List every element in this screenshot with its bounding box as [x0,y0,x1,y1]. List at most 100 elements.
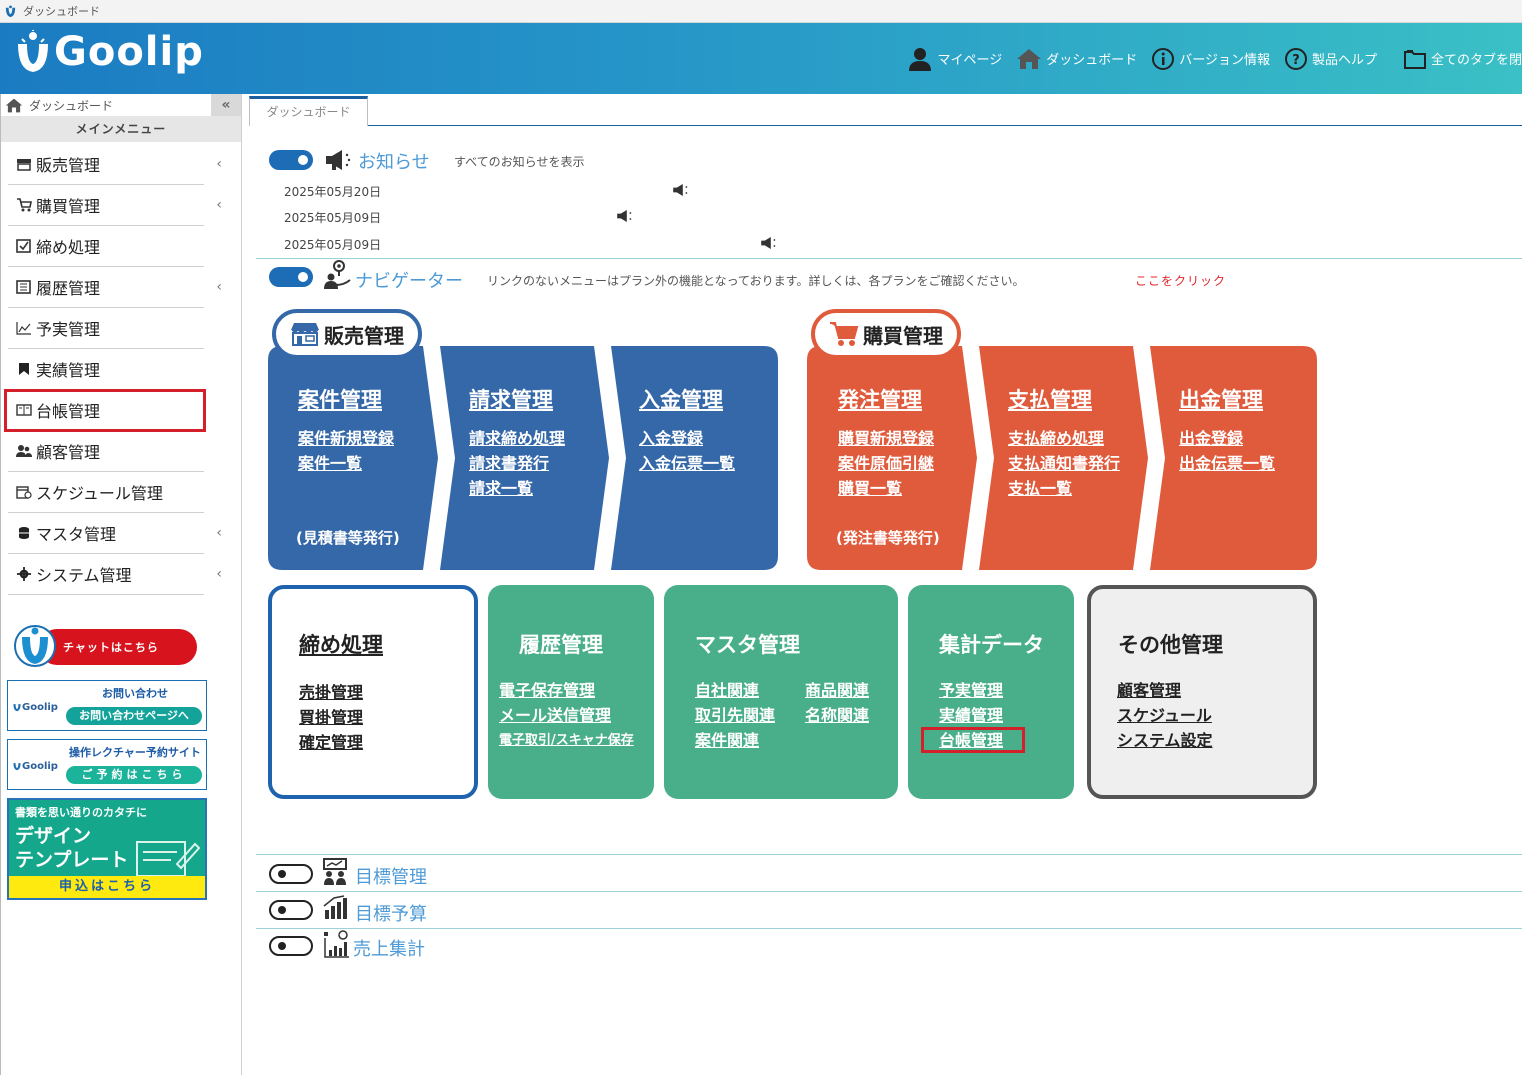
budget-toggle[interactable] [269,900,313,920]
customer-link[interactable]: 顧客管理 [1117,678,1181,703]
sales-summary-section-title: 売上集計 [353,939,425,960]
tab-bar: ダッシュボード [249,96,1522,126]
header-nav: マイページ ダッシュボード バージョン情報 ? 製品ヘルプ 全てのタブを閉 [893,23,1522,94]
payment-list-link[interactable]: 支払一覧 [1008,476,1072,501]
notice-toggle[interactable] [269,150,313,170]
schedule-link[interactable]: スケジュール [1117,703,1212,728]
own-company-link[interactable]: 自社関連 [695,678,759,703]
help-label: 製品ヘルプ [1311,53,1377,68]
project-list-link[interactable]: 案件一覧 [298,451,362,476]
disbursement-management-title[interactable]: 出金管理 [1179,384,1263,414]
receipt-slip-list-link[interactable]: 入金伝票一覧 [639,451,735,476]
sidebar-item-budget[interactable]: 予実管理 [8,308,204,349]
sidebar-item-purchase[interactable]: 購買管理 ‹ [8,185,222,226]
sidebar-item-system[interactable]: システム管理 ‹ [8,554,222,595]
other-title: その他管理 [1118,633,1223,657]
new-purchase-link[interactable]: 購買新規登録 [838,426,934,451]
chat-button[interactable]: チャットはこちら [7,625,207,672]
budget-actual-link[interactable]: 予実管理 [939,678,1003,703]
purchase-list-link[interactable]: 購買一覧 [838,476,902,501]
receipt-management-title[interactable]: 入金管理 [639,384,723,414]
e-storage-link[interactable]: 電子保存管理 [499,678,595,703]
app-window: ダッシュボード Goolip マイページ ダッシュボード バージョン情報 ? 製… [0,0,1522,1075]
sidebar-item-label: 実績管理 [36,361,101,380]
sidebar-item-master[interactable]: マスタ管理 ‹ [8,513,222,554]
notice-item[interactable]: 2025年05月09日 [284,236,381,253]
dashboard-link[interactable]: ダッシュボード [1016,48,1137,70]
e-transaction-link[interactable]: 電子取引/スキャナ保存 [499,728,634,753]
sidebar-breadcrumb: ダッシュボード « [1,94,241,116]
billing-closing-link[interactable]: 請求締め処理 [469,426,565,451]
payables-link[interactable]: 買掛管理 [299,705,363,730]
sidebar-item-ledger[interactable]: 台帳管理 [4,389,206,432]
card-disbursement-management: 出金管理 出金登録 出金伝票一覧 [1149,346,1319,570]
inquiry-banner[interactable]: Goolip お問い合わせ お問い合わせページへ [7,680,207,731]
payment-management-title[interactable]: 支払管理 [1008,384,1092,414]
product-related-link[interactable]: 商品関連 [805,678,869,703]
show-all-notices-link[interactable]: すべてのお知らせを表示 [454,153,584,170]
design-template-banner[interactable]: 書類を思い通りのカタチに デザイン テンプレート 申込はこちら [7,798,207,900]
mypage-link[interactable]: マイページ [907,46,1002,72]
info-icon [1152,47,1175,70]
template-title: デザイン テンプレート [15,824,128,872]
card-order-management: 発注管理 購買新規登録 案件原価引継 購買一覧 (発注書等発行) [807,346,977,570]
aggregate-title: 集計データ [939,633,1044,657]
goolip-logo[interactable]: Goolip [14,29,204,75]
name-related-link[interactable]: 名称関連 [805,703,869,728]
close-all-tabs-link[interactable]: 全てのタブを閉 [1403,48,1522,70]
invoice-issue-link[interactable]: 請求書発行 [469,451,549,476]
billing-list-link[interactable]: 請求一覧 [469,476,533,501]
product-help-link[interactable]: ? 製品ヘルプ [1284,47,1377,71]
tab-dashboard[interactable]: ダッシュボード [249,96,368,126]
sidebar-item-results[interactable]: 実績管理 [8,349,204,390]
ledger-highlight-box [921,727,1025,753]
lecture-banner[interactable]: Goolip 操作レクチャー予約サイト ご予約はこちら [7,739,207,790]
version-info-link[interactable]: バージョン情報 [1151,47,1270,71]
results-link[interactable]: 実績管理 [939,703,1003,728]
new-project-link[interactable]: 案件新規登録 [298,426,394,451]
sidebar-item-closing[interactable]: 締め処理 [8,226,204,267]
dashboard-label: ダッシュボード [1046,53,1138,68]
mail-history-link[interactable]: メール送信管理 [499,703,611,728]
divider [256,928,1522,929]
tile-aggregate: 集計データ 予実管理 実績管理 台帳管理 [908,585,1074,799]
sidebar-item-schedule[interactable]: スケジュール管理 [8,472,204,513]
payment-notice-link[interactable]: 支払通知書発行 [1008,451,1120,476]
sales-summary-toggle[interactable] [269,936,313,956]
disbursement-slip-list-link[interactable]: 出金伝票一覧 [1179,451,1275,476]
notice-item[interactable]: 2025年05月09日 [284,209,381,226]
inquiry-page-button[interactable]: お問い合わせページへ [66,707,202,725]
project-management-title[interactable]: 案件管理 [298,384,382,414]
template-apply-button[interactable]: 申込はこちら [9,876,205,898]
finalize-link[interactable]: 確定管理 [299,730,363,755]
notice-item[interactable]: 2025年05月20日 [284,183,381,200]
sidebar-item-history[interactable]: 履歴管理 ‹ [8,267,222,308]
payment-closing-link[interactable]: 支払締め処理 [1008,426,1104,451]
sidebar-collapse-button[interactable]: « [211,94,241,116]
project-related-link[interactable]: 案件関連 [695,728,759,753]
disbursement-register-link[interactable]: 出金登録 [1179,426,1243,451]
cart-icon [17,198,32,212]
sidebar-item-customers[interactable]: 顧客管理 [8,431,204,472]
billing-management-title[interactable]: 請求管理 [469,384,553,414]
navigator-toggle[interactable] [269,267,313,287]
goal-section-title: 目標管理 [355,867,427,888]
chevron-left-icon: ‹ [216,279,222,295]
card-payment-management: 支払管理 支払締め処理 支払通知書発行 支払一覧 [979,346,1149,570]
user-icon [909,47,932,71]
sidebar-item-sales[interactable]: 販売管理 ‹ [8,144,222,185]
system-settings-link[interactable]: システム設定 [1117,728,1213,753]
template-tagline: 書類を思い通りのカタチに [15,806,147,819]
click-here-link[interactable]: ここをクリック [1135,272,1226,289]
chevron-left-icon: ‹ [216,197,222,213]
supplier-link[interactable]: 取引先関連 [695,703,775,728]
lecture-reserve-button[interactable]: ご予約はこちら [66,766,202,784]
sidebar-item-label: システム管理 [36,566,132,585]
receipt-register-link[interactable]: 入金登録 [639,426,703,451]
order-management-title[interactable]: 発注管理 [838,384,922,414]
sidebar-item-label: スケジュール管理 [36,484,163,503]
goal-toggle[interactable] [269,864,313,884]
closing-title[interactable]: 締め処理 [299,629,383,659]
project-cost-link[interactable]: 案件原価引継 [838,451,934,476]
receivables-link[interactable]: 売掛管理 [299,680,363,705]
